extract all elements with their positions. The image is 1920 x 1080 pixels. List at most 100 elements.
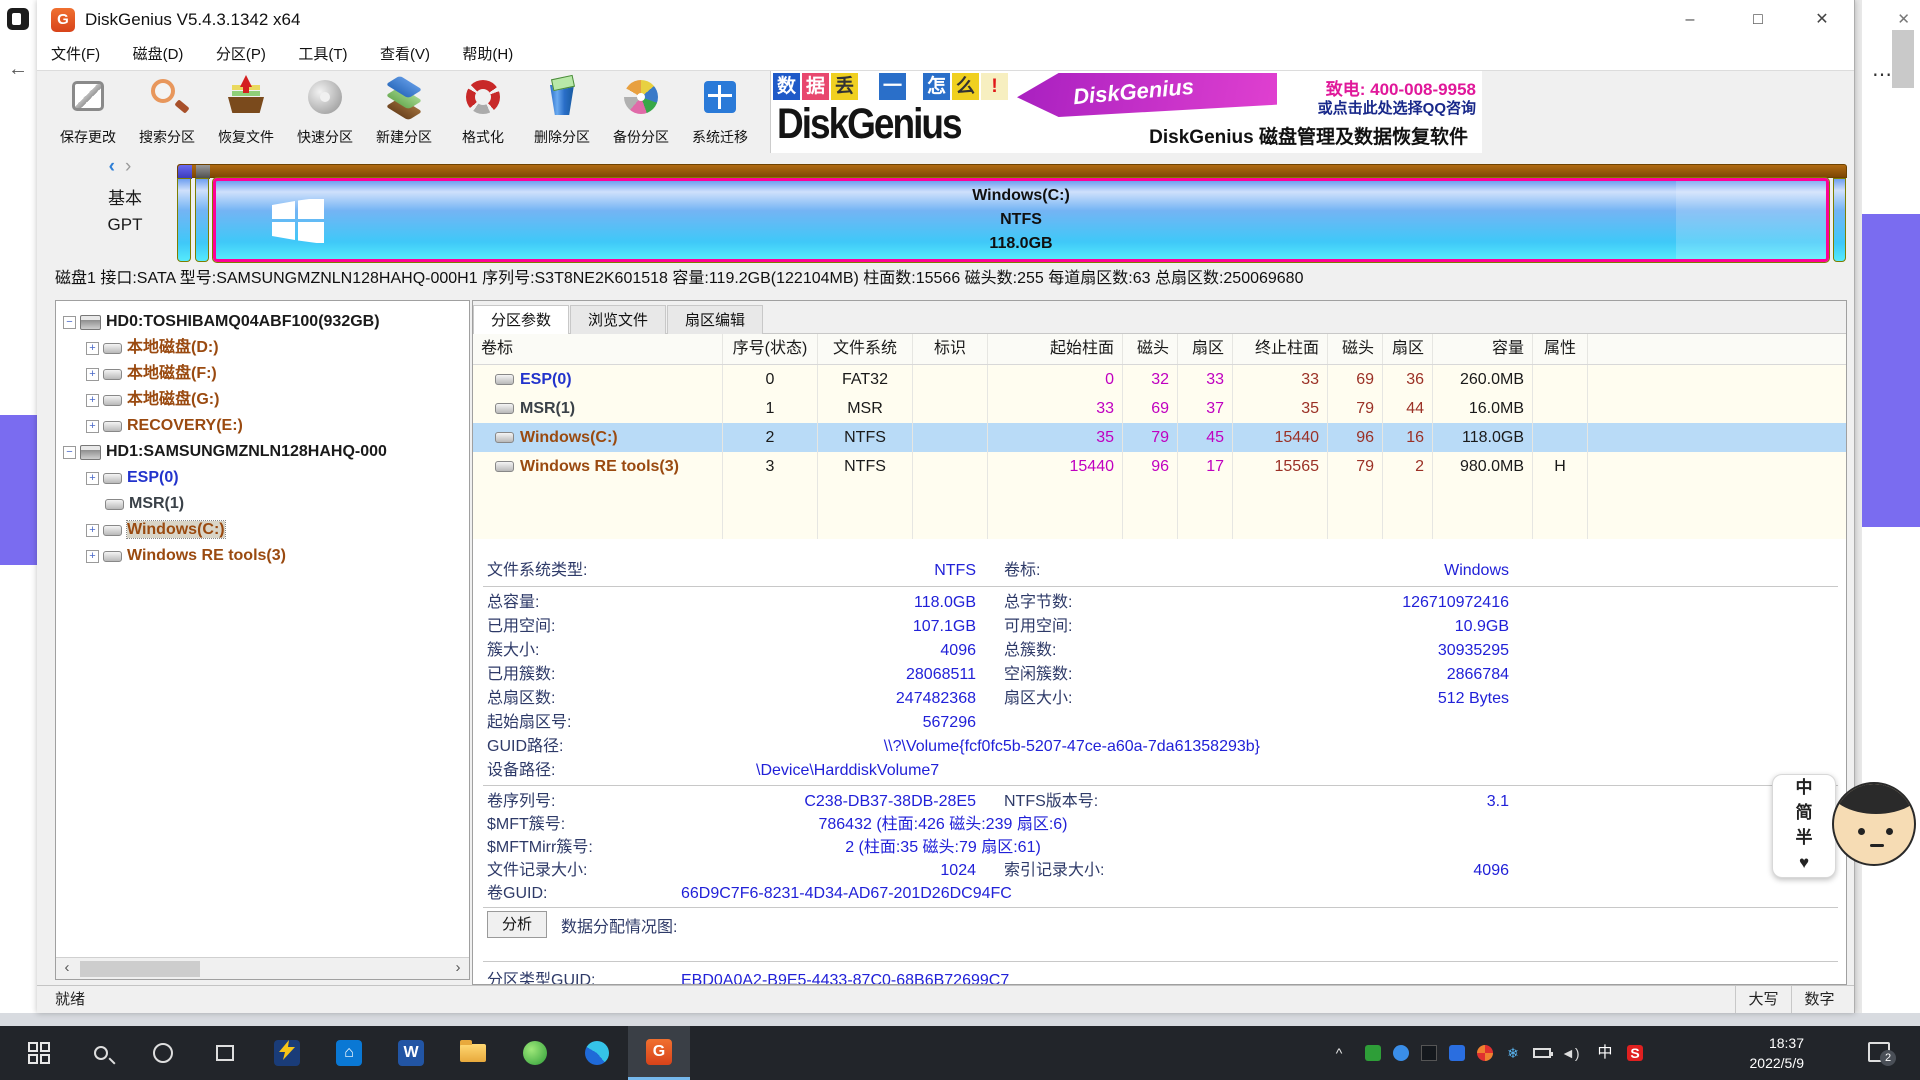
taskbar-search-button[interactable] xyxy=(70,1026,132,1080)
ime-avatar[interactable] xyxy=(1832,782,1916,866)
tree-item-windows-re[interactable]: +Windows RE tools(3) xyxy=(56,543,469,569)
tree-item-disk-f[interactable]: +本地磁盘(F:) xyxy=(56,361,469,387)
tray-pinwheel-icon[interactable] xyxy=(1477,1045,1493,1061)
background-tab-icon xyxy=(7,8,29,30)
diskgenius-logo-icon: G xyxy=(51,8,75,32)
expand-icon[interactable]: + xyxy=(86,524,99,537)
detail-row-partition-type-guid: 分区类型GUID: EBD0A0A2-B9E5-4433-87C0-68B6B7… xyxy=(473,969,1846,985)
tray-sogou-icon[interactable]: S xyxy=(1627,1045,1643,1061)
tree-item-disk-g[interactable]: +本地磁盘(G:) xyxy=(56,387,469,413)
notification-center-button[interactable]: 2 xyxy=(1868,1042,1890,1062)
backup-partition-button[interactable]: 备份分区 xyxy=(602,73,680,151)
minimize-button[interactable]: – xyxy=(1662,0,1718,40)
tree-item-hd0[interactable]: −HD0:TOSHIBAMQ04ABF100(932GB) xyxy=(56,309,469,335)
tray-input-indicator[interactable]: 中 xyxy=(1597,1045,1613,1061)
save-changes-button[interactable]: 保存更改 xyxy=(49,73,127,151)
menu-help[interactable]: 帮助(H) xyxy=(448,40,527,70)
prev-disk-icon[interactable]: ‹ xyxy=(109,156,125,177)
tray-shield-icon[interactable] xyxy=(1365,1045,1381,1061)
tree-item-msr[interactable]: MSR(1) xyxy=(56,491,469,517)
back-arrow-icon[interactable]: ← xyxy=(8,58,28,81)
search-partition-button[interactable]: 搜索分区 xyxy=(128,73,206,151)
esp-strip-segment xyxy=(178,165,192,179)
tray-qq-icon[interactable] xyxy=(1449,1045,1465,1061)
input-method-widget[interactable]: 中 简 半 ♥ xyxy=(1772,772,1920,882)
close-button[interactable]: ✕ xyxy=(1794,0,1850,40)
tray-battery-icon[interactable] xyxy=(1533,1045,1549,1061)
status-numlock: 数字 xyxy=(1791,986,1847,1013)
disk-icon xyxy=(80,315,101,330)
tree-item-hd1[interactable]: −HD1:SAMSUNGMZNLN128HAHQ-000 xyxy=(56,439,469,465)
taskbar-app-store[interactable]: ⌂ xyxy=(318,1026,380,1080)
tray-blue-circle-icon[interactable] xyxy=(1393,1045,1409,1061)
tray-expand-button[interactable]: ^ xyxy=(1325,1026,1355,1080)
taskbar-app-edge[interactable] xyxy=(566,1026,628,1080)
more-icon[interactable]: ⋯ xyxy=(1872,62,1893,87)
ime-state-box[interactable]: 中 简 半 ♥ xyxy=(1772,774,1836,878)
taskbar-app-browser[interactable] xyxy=(504,1026,566,1080)
tree-horizontal-scrollbar[interactable]: ‹ › xyxy=(56,957,469,979)
taskbar-app-1[interactable] xyxy=(256,1026,318,1080)
tree-item-windows-c[interactable]: +Windows(C:) xyxy=(56,517,469,543)
expand-icon[interactable]: + xyxy=(86,550,99,563)
tree-item-disk-d[interactable]: +本地磁盘(D:) xyxy=(56,335,469,361)
maximize-button[interactable]: □ xyxy=(1730,0,1786,40)
tab-sector-edit[interactable]: 扇区编辑 xyxy=(667,305,763,334)
tray-volume-icon[interactable]: ◄) xyxy=(1561,1045,1577,1061)
tab-browse-files[interactable]: 浏览文件 xyxy=(570,305,666,334)
tab-partition-params[interactable]: 分区参数 xyxy=(473,305,569,335)
system-migration-button[interactable]: 系统迁移 xyxy=(681,73,759,151)
partition-fs: NTFS xyxy=(216,208,1826,232)
partition-windows-c[interactable]: Windows(C:) NTFS 118.0GB xyxy=(213,178,1829,262)
heart-icon[interactable]: ♥ xyxy=(1773,850,1835,875)
menu-file[interactable]: 文件(F) xyxy=(37,40,114,70)
task-view-button[interactable] xyxy=(194,1026,256,1080)
banner-qq-link[interactable]: 或点击此处选择QQ咨询 xyxy=(1318,97,1476,118)
table-row-selected[interactable]: Windows(C:) 2 NTFS 35 79 45 15440 96 16 … xyxy=(473,423,1846,452)
recover-files-icon xyxy=(226,77,266,117)
taskbar: ⌂ W G ^ ❄ ◄) 中 S 18:37 2022/5/9 2 xyxy=(0,1026,1920,1080)
background-close-icon[interactable]: ✕ xyxy=(1897,10,1910,28)
taskbar-clock[interactable]: 18:37 2022/5/9 xyxy=(1712,1033,1804,1073)
scroll-right-icon[interactable]: › xyxy=(447,958,469,980)
expand-icon[interactable]: + xyxy=(86,472,99,485)
expand-icon[interactable]: + xyxy=(86,420,99,433)
expand-icon[interactable]: + xyxy=(86,342,99,355)
taskbar-app-diskgenius[interactable]: G xyxy=(628,1026,690,1080)
expand-icon[interactable]: + xyxy=(86,368,99,381)
format-button[interactable]: 格式化 xyxy=(444,73,522,151)
collapse-icon[interactable]: − xyxy=(63,446,76,459)
ad-banner[interactable]: 数 据 丢 一 怎 么 ! DiskGenius DiskGenius 致电: … xyxy=(770,71,1482,153)
tree-item-esp[interactable]: +ESP(0) xyxy=(56,465,469,491)
partition-windows-re[interactable] xyxy=(1833,178,1846,262)
analyze-button[interactable]: 分析 xyxy=(487,911,547,938)
menu-disk[interactable]: 磁盘(D) xyxy=(119,40,198,70)
next-disk-icon[interactable]: › xyxy=(125,156,141,177)
scrollbar-thumb[interactable] xyxy=(80,961,200,977)
partition-icon xyxy=(103,473,122,484)
partition-esp[interactable] xyxy=(177,178,191,262)
taskbar-app-word[interactable]: W xyxy=(380,1026,442,1080)
tray-dark-icon[interactable] xyxy=(1421,1045,1437,1061)
cortana-button[interactable] xyxy=(132,1026,194,1080)
background-scrollbar[interactable] xyxy=(1892,30,1914,88)
start-button[interactable] xyxy=(8,1026,70,1080)
collapse-icon[interactable]: − xyxy=(63,316,76,329)
menu-partition[interactable]: 分区(P) xyxy=(202,40,280,70)
menu-tools[interactable]: 工具(T) xyxy=(284,40,361,70)
table-row[interactable]: Windows RE tools(3) 3 NTFS 15440 96 17 1… xyxy=(473,452,1846,481)
recover-files-button[interactable]: 恢复文件 xyxy=(207,73,285,151)
expand-icon[interactable]: + xyxy=(86,394,99,407)
table-row[interactable]: MSR(1) 1 MSR 33 69 37 35 79 44 16.0MB xyxy=(473,394,1846,423)
taskbar-file-explorer[interactable] xyxy=(442,1026,504,1080)
new-partition-button[interactable]: 新建分区 xyxy=(365,73,443,151)
table-row[interactable]: ESP(0) 0 FAT32 0 32 33 33 69 36 260.0MB xyxy=(473,365,1846,394)
quick-partition-button[interactable]: 快速分区 xyxy=(286,73,364,151)
delete-partition-button[interactable]: 删除分区 xyxy=(523,73,601,151)
menu-view[interactable]: 查看(V) xyxy=(366,40,444,70)
tray-snowflake-icon[interactable]: ❄ xyxy=(1505,1045,1521,1061)
delete-partition-icon xyxy=(542,77,582,117)
tree-item-recovery-e[interactable]: +RECOVERY(E:) xyxy=(56,413,469,439)
scroll-left-icon[interactable]: ‹ xyxy=(56,958,78,980)
partition-msr[interactable] xyxy=(195,178,209,262)
